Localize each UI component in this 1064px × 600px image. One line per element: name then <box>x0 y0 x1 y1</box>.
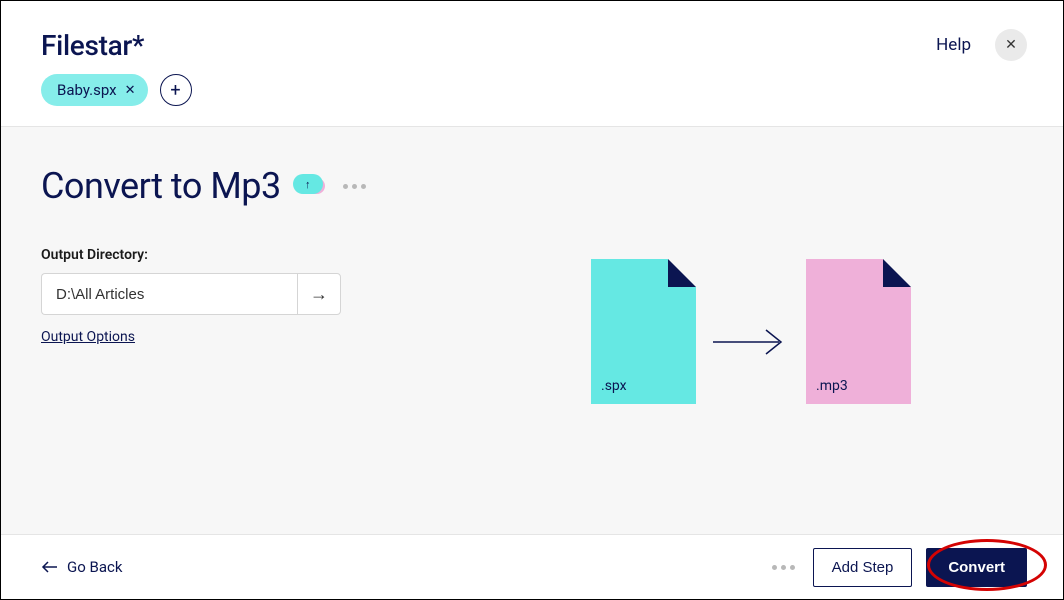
file-fold <box>883 259 911 287</box>
source-file-icon: .spx <box>591 259 696 404</box>
source-file-ext: .spx <box>601 378 627 394</box>
target-file-ext: .mp3 <box>816 378 848 394</box>
main-content: Convert to Mp3 ↑ Output Directory: → Out… <box>1 126 1063 539</box>
header: Filestar* Help ✕ <box>1 1 1063 62</box>
go-back-button[interactable]: Go Back <box>41 558 122 576</box>
file-fold <box>668 259 696 287</box>
more-options-icon[interactable] <box>343 184 366 189</box>
cloud-cyan-shape: ↑ <box>293 174 323 194</box>
cloud-arrow-glyph: ↑ <box>305 178 311 191</box>
page-title: Convert to Mp3 <box>41 165 281 207</box>
close-button[interactable]: ✕ <box>995 29 1027 61</box>
help-link[interactable]: Help <box>936 35 971 55</box>
convert-button[interactable]: Convert <box>926 548 1027 587</box>
file-chip[interactable]: Baby.spx ✕ <box>41 74 148 106</box>
arrow-between <box>711 327 791 357</box>
conversion-diagram: .spx .mp3 <box>591 259 911 404</box>
file-chip-close-icon[interactable]: ✕ <box>125 83 136 98</box>
go-back-label: Go Back <box>67 558 122 576</box>
arrow-left-icon <box>41 561 59 573</box>
plus-icon: + <box>170 80 180 101</box>
output-directory-input[interactable] <box>41 273 297 315</box>
page-title-row: Convert to Mp3 ↑ <box>41 165 1023 207</box>
file-chips-row: Baby.spx ✕ + <box>1 62 1063 126</box>
output-directory-row: → <box>41 273 341 315</box>
target-file-icon: .mp3 <box>806 259 911 404</box>
file-chip-label: Baby.spx <box>57 81 117 99</box>
arrow-right-icon <box>711 327 791 357</box>
footer-right: Add Step Convert <box>772 548 1027 587</box>
arrow-right-icon: → <box>310 284 328 305</box>
add-file-button[interactable]: + <box>160 74 192 106</box>
output-directory-open-button[interactable]: → <box>297 273 341 315</box>
add-step-button[interactable]: Add Step <box>813 548 913 587</box>
footer: Go Back Add Step Convert <box>1 534 1063 599</box>
header-right: Help ✕ <box>936 29 1027 61</box>
app-title: Filestar* <box>41 29 144 62</box>
footer-more-icon[interactable] <box>772 565 795 570</box>
cloud-upload-icon[interactable]: ↑ <box>293 172 331 200</box>
close-icon: ✕ <box>1005 37 1017 53</box>
